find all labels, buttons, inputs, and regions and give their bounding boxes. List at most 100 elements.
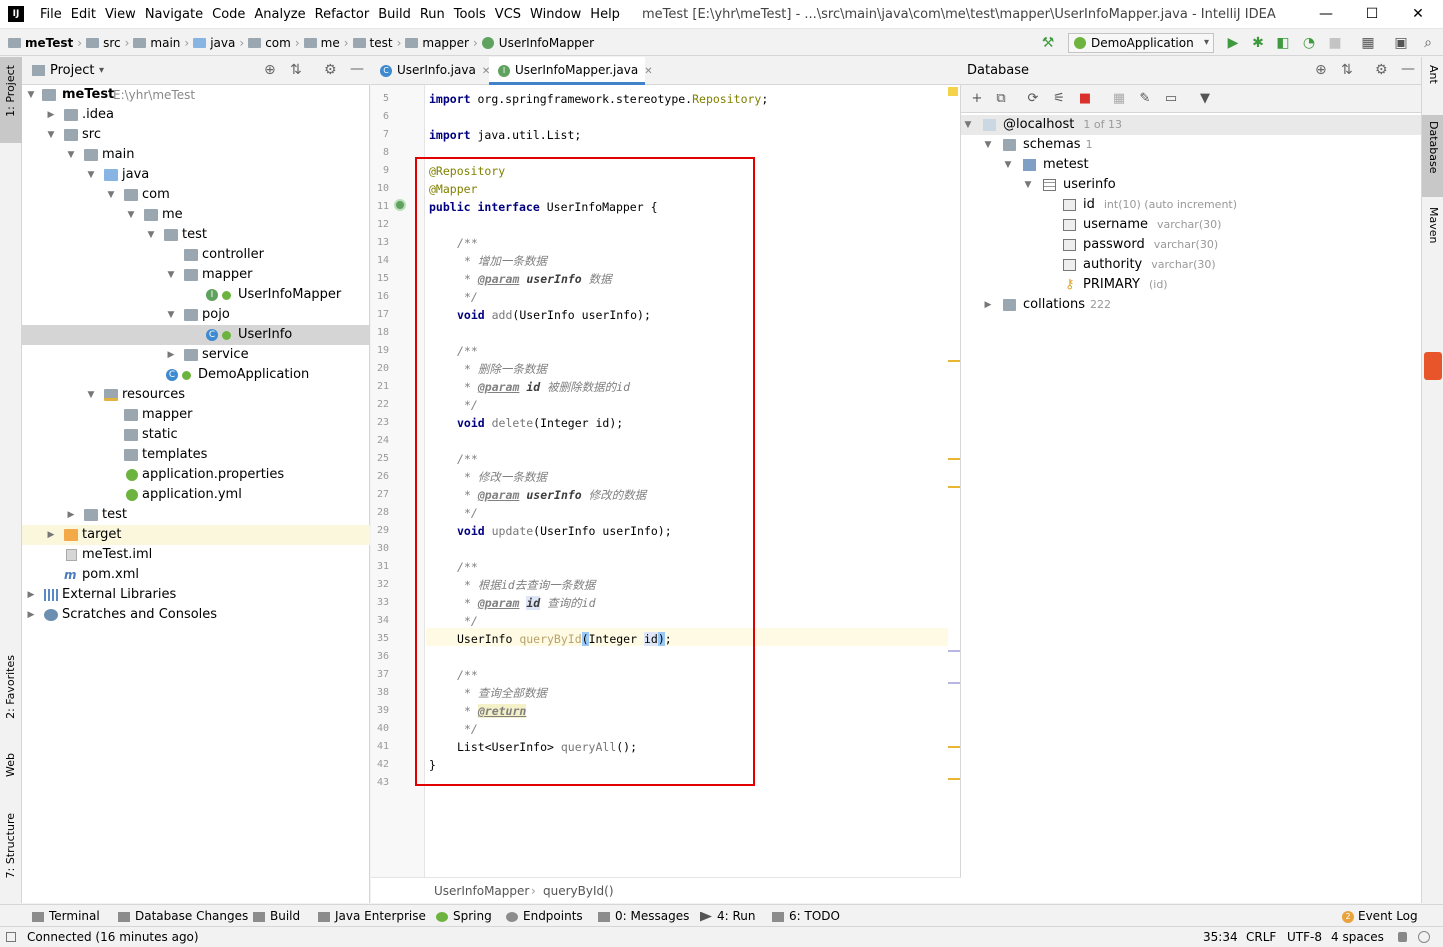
plugin-badge-icon[interactable]: [1424, 352, 1442, 380]
menu-tools[interactable]: Tools: [454, 0, 486, 29]
close-icon[interactable]: ✕: [644, 66, 652, 77]
stop-icon[interactable]: ■: [1077, 91, 1093, 107]
spring-tool-button[interactable]: Spring: [436, 905, 492, 927]
indent-setting[interactable]: 4 spaces: [1331, 927, 1384, 947]
tree-item-demoapplication[interactable]: C DemoApplication: [22, 365, 370, 385]
db-item-userinfo[interactable]: ▼ userinfo: [961, 175, 1421, 195]
breadcrumb-mapper[interactable]: mapper: [422, 30, 469, 56]
db-item-localhost[interactable]: ▼ @localhost 1 of 13: [961, 115, 1421, 135]
run-configuration-select[interactable]: DemoApplication ▾: [1068, 33, 1214, 53]
locate-icon[interactable]: ⊕: [1315, 62, 1327, 78]
tree-item-metest[interactable]: ▼ meTest E:\yhr\meTest: [22, 85, 370, 105]
gear-icon[interactable]: ⚙: [324, 62, 337, 78]
menu-file[interactable]: File: [40, 0, 62, 29]
web-tool-button[interactable]: Web: [4, 753, 17, 777]
breadcrumb-metest[interactable]: meTest: [25, 30, 73, 56]
caret-position[interactable]: 35:34: [1203, 927, 1238, 947]
tree-item-pojo[interactable]: ▼ pojo: [22, 305, 370, 325]
event-log-tool-button[interactable]: 2 Event Log: [1342, 905, 1418, 927]
profile-icon[interactable]: ◔: [1301, 35, 1317, 51]
sql-console-icon[interactable]: ▭: [1163, 91, 1179, 107]
menu-view[interactable]: View: [105, 0, 136, 29]
close-button[interactable]: ✕: [1395, 0, 1441, 29]
schema-sync-icon[interactable]: ⚟: [1051, 91, 1067, 107]
tree-item-metest-iml[interactable]: meTest.iml: [22, 545, 370, 565]
tree-item-scratches[interactable]: ▶ Scratches and Consoles: [22, 605, 370, 625]
inspector-icon[interactable]: [1418, 931, 1430, 943]
menu-refactor[interactable]: Refactor: [315, 0, 370, 29]
project-panel-title[interactable]: Project: [50, 57, 94, 85]
breadcrumb-java[interactable]: java: [210, 30, 235, 56]
tree-item-userinfo[interactable]: C UserInfo: [22, 325, 370, 345]
gear-icon[interactable]: ⚙: [1375, 62, 1388, 78]
breadcrumb-class[interactable]: UserInfoMapper: [434, 878, 529, 904]
tree-item-idea[interactable]: ▶ .idea: [22, 105, 370, 125]
tree-item-controller[interactable]: controller: [22, 245, 370, 265]
tree-item-userinfomapper[interactable]: I UserInfoMapper: [22, 285, 370, 305]
edit-icon[interactable]: ✎: [1137, 91, 1153, 107]
db-item-collations[interactable]: ▶ collations 222: [961, 295, 1421, 315]
breadcrumb-me[interactable]: me: [321, 30, 340, 56]
menu-vcs[interactable]: VCS: [495, 0, 521, 29]
tool-windows-toggle-icon[interactable]: [6, 932, 16, 942]
terminal-tool-button[interactable]: Terminal: [32, 905, 100, 927]
minimize-button[interactable]: —: [1303, 0, 1349, 29]
structure-tool-button[interactable]: 7: Structure: [4, 813, 17, 878]
ant-tool-button[interactable]: Ant: [1427, 65, 1440, 84]
table-editor-icon[interactable]: ▦: [1111, 91, 1127, 107]
copy-icon[interactable]: ⧉: [993, 91, 1009, 107]
db-item-schemas[interactable]: ▼ schemas 1: [961, 135, 1421, 155]
tree-item-src[interactable]: ▼ src: [22, 125, 370, 145]
stop-icon[interactable]: ■: [1327, 35, 1343, 51]
lock-icon[interactable]: [1398, 932, 1407, 942]
breadcrumb-userinfomapper[interactable]: UserInfoMapper: [499, 30, 594, 56]
add-icon[interactable]: +: [969, 91, 985, 107]
breadcrumb-com[interactable]: com: [265, 30, 291, 56]
build-hammer-icon[interactable]: ⚒: [1040, 35, 1056, 51]
db-column-id[interactable]: id int(10) (auto increment): [961, 195, 1421, 215]
tree-item-mapper-resources[interactable]: mapper: [22, 405, 370, 425]
tree-item-java[interactable]: ▼ java: [22, 165, 370, 185]
hide-icon[interactable]: —: [350, 61, 364, 77]
messages-tool-button[interactable]: 0: Messages: [598, 905, 689, 927]
endpoints-tool-button[interactable]: Endpoints: [506, 905, 583, 927]
collapse-all-icon[interactable]: ⇅: [1341, 62, 1353, 78]
menu-help[interactable]: Help: [590, 0, 620, 29]
implemented-gutter-icon[interactable]: [394, 199, 406, 211]
favorites-tool-button[interactable]: 2: Favorites: [4, 655, 17, 719]
database-changes-tool-button[interactable]: Database Changes: [118, 905, 248, 927]
tree-item-main[interactable]: ▼ main: [22, 145, 370, 165]
db-column-password[interactable]: password varchar(30): [961, 235, 1421, 255]
menu-analyze[interactable]: Analyze: [254, 0, 305, 29]
java-enterprise-tool-button[interactable]: Java Enterprise: [318, 905, 426, 927]
menu-navigate[interactable]: Navigate: [145, 0, 203, 29]
tree-item-templates[interactable]: templates: [22, 445, 370, 465]
line-separator[interactable]: CRLF: [1246, 927, 1276, 947]
tree-item-pom-xml[interactable]: m pom.xml: [22, 565, 370, 585]
filter-icon[interactable]: ▼: [1197, 91, 1213, 107]
project-tool-button[interactable]: 1: Project: [4, 65, 17, 117]
todo-tool-button[interactable]: 6: TODO: [772, 905, 840, 927]
tree-item-test[interactable]: ▶ test: [22, 505, 370, 525]
menu-code[interactable]: Code: [212, 0, 245, 29]
tree-item-test-package[interactable]: ▼ test: [22, 225, 370, 245]
tab-userinfomapper-java[interactable]: I UserInfoMapper.java ✕: [489, 57, 653, 85]
tree-item-service[interactable]: ▶ service: [22, 345, 370, 365]
editor-scrollbar[interactable]: [946, 85, 961, 877]
presentation-icon[interactable]: ▣: [1393, 35, 1409, 51]
maven-tool-button[interactable]: Maven: [1427, 207, 1440, 243]
project-structure-icon[interactable]: ▦: [1360, 35, 1376, 51]
breadcrumb-src[interactable]: src: [103, 30, 121, 56]
run-tool-button[interactable]: 4: Run: [700, 905, 756, 927]
maximize-button[interactable]: ☐: [1349, 0, 1395, 29]
menu-build[interactable]: Build: [378, 0, 411, 29]
db-column-authority[interactable]: authority varchar(30): [961, 255, 1421, 275]
db-item-metest[interactable]: ▼ metest: [961, 155, 1421, 175]
db-column-username[interactable]: username varchar(30): [961, 215, 1421, 235]
database-tool-button[interactable]: Database: [1427, 121, 1440, 174]
tree-item-me[interactable]: ▼ me: [22, 205, 370, 225]
menu-edit[interactable]: Edit: [71, 0, 96, 29]
tree-item-application-yml[interactable]: application.yml: [22, 485, 370, 505]
collapse-all-icon[interactable]: ⇅: [290, 62, 302, 78]
breadcrumb-method[interactable]: queryById(): [543, 878, 614, 904]
